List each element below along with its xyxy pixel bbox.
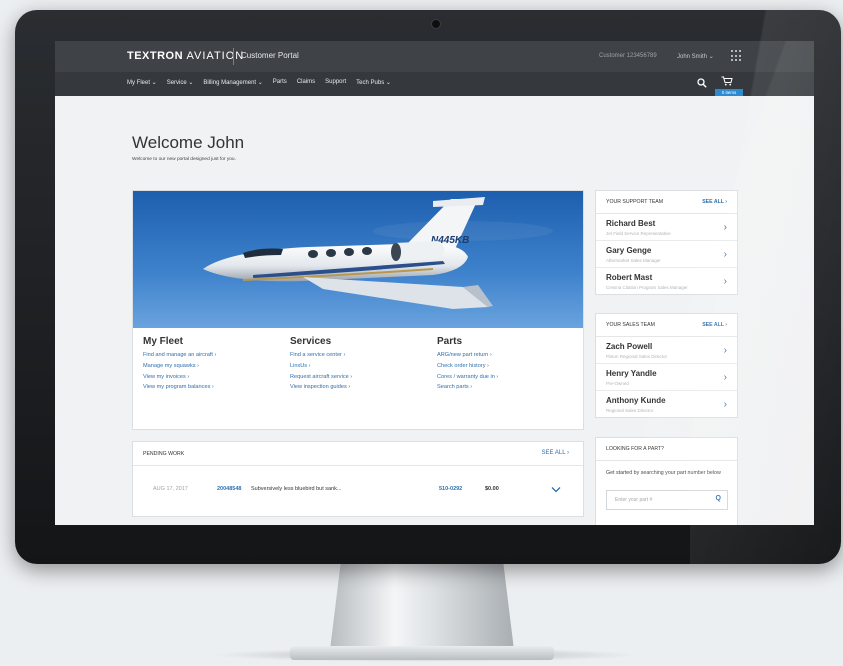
logo-divider <box>233 48 234 65</box>
chevron-down-icon[interactable] <box>551 486 561 493</box>
link-find-aircraft[interactable]: Find and manage an aircraft › <box>143 352 216 358</box>
member-name: Gary Genge <box>606 246 652 255</box>
link-view-invoices[interactable]: View my invoices › <box>143 374 216 380</box>
parts-heading: Parts <box>437 336 463 347</box>
portal-title: Customer Portal <box>241 51 299 60</box>
page-title: Welcome John <box>132 133 245 152</box>
member-name: Zach Powell <box>606 342 653 351</box>
nav-item-billing-management[interactable]: Billing Management ⌄ <box>203 79 262 86</box>
link-order-history[interactable]: Check order history › <box>437 363 498 369</box>
fleet-heading: My Fleet <box>143 336 184 347</box>
member-role: Aftermarket Sales Manager <box>606 258 661 263</box>
see-all-link[interactable]: SEE ALL › <box>702 322 727 328</box>
chevron-right-icon: › <box>723 399 727 410</box>
part-search-description: Get started by searching your part numbe… <box>606 470 721 476</box>
webcam-icon <box>431 19 441 29</box>
panel-title: YOUR SALES TEAM <box>606 322 655 328</box>
app-grid-icon[interactable] <box>731 50 743 62</box>
cart-count-badge[interactable]: 0 items <box>715 89 743 96</box>
nav-item-claims[interactable]: Claims <box>297 79 315 86</box>
support-team-panel: YOUR SUPPORT TEAM SEE ALL › Richard Best… <box>595 190 738 295</box>
panel-title: PENDING WORK <box>143 451 185 457</box>
team-member[interactable]: Robert Mast Cessna Citation Program Sale… <box>596 268 737 294</box>
team-member[interactable]: Zach Powell Piston Regional Sales Direct… <box>596 337 737 364</box>
chevron-right-icon: › <box>723 276 727 287</box>
account-number: Customer 123456789 <box>599 53 657 59</box>
work-date: AUG 17, 2017 <box>153 486 188 492</box>
hero-card: N445KB My Fleet Find and manage an aircr… <box>132 190 584 430</box>
monitor-stand <box>330 560 514 650</box>
pending-work-panel: PENDING WORK SEE ALL › AUG 17, 2017 2004… <box>132 441 584 517</box>
member-name: Robert Mast <box>606 273 653 282</box>
link-request-service[interactable]: Request aircraft service › <box>290 374 352 380</box>
team-member[interactable]: Gary Genge Aftermarket Sales Manager › <box>596 241 737 268</box>
member-role: Pre-Owned <box>606 381 629 386</box>
link-manage-squawks[interactable]: Manage my squawks › <box>143 363 216 369</box>
services-heading: Services <box>290 336 332 347</box>
aircraft-image: N445KB <box>133 191 583 328</box>
chevron-right-icon: › <box>723 372 727 383</box>
chevron-right-icon: › <box>723 249 727 260</box>
member-name: Anthony Kunde <box>606 396 666 405</box>
panel-title: YOUR SUPPORT TEAM <box>606 199 664 205</box>
services-column: Services Find a service center › LinxUs … <box>290 336 352 395</box>
fleet-column: My Fleet Find and manage an aircraft › M… <box>143 336 216 395</box>
team-member[interactable]: Richard Best Jet Field Service Represent… <box>596 214 737 241</box>
nav-item-my-fleet[interactable]: My Fleet ⌄ <box>127 79 157 86</box>
link-inspection-guides[interactable]: View inspection guides › <box>290 384 352 390</box>
part-number-placeholder: Enter your part # <box>615 497 653 503</box>
link-part-return[interactable]: ARG/new part return › <box>437 352 498 358</box>
chevron-down-icon: ⌄ <box>708 54 714 60</box>
part-number-input[interactable]: Enter your part # Q <box>606 490 728 510</box>
work-description: Subversively less bluebird but sank... <box>251 486 342 492</box>
parts-column: Parts ARG/new part return › Check order … <box>437 336 498 395</box>
search-icon[interactable] <box>697 78 707 88</box>
screen: TEXTRON AVIATION Customer Portal Custome… <box>55 41 814 525</box>
cart-icon[interactable] <box>721 76 733 86</box>
part-search-panel: LOOKING FOR A PART? Get started by searc… <box>595 437 738 525</box>
link-find-service-center[interactable]: Find a service center › <box>290 352 352 358</box>
chevron-right-icon: › <box>723 222 727 233</box>
monitor-stand-base <box>290 646 554 660</box>
team-member[interactable]: Anthony Kunde Regional Sales Director › <box>596 391 737 417</box>
user-menu[interactable]: John Smith ⌄ <box>677 53 714 60</box>
link-search-parts[interactable]: Search parts › <box>437 384 498 390</box>
link-cores-warranty[interactable]: Cores / warranty due in › <box>437 374 498 380</box>
work-amount: $0.00 <box>485 486 499 492</box>
nav-item-tech-pubs[interactable]: Tech Pubs ⌄ <box>356 79 391 86</box>
header-bar: TEXTRON AVIATION Customer Portal Custome… <box>55 41 814 72</box>
team-member[interactable]: Henry Yandle Pre-Owned › <box>596 364 737 391</box>
main-nav: My Fleet ⌄ Service ⌄ Billing Management … <box>55 72 814 96</box>
nav-item-support[interactable]: Support <box>325 79 346 86</box>
search-icon[interactable]: Q <box>716 495 721 502</box>
member-role: Piston Regional Sales Director <box>606 354 668 359</box>
panel-title: LOOKING FOR A PART? <box>606 446 665 452</box>
link-linxus[interactable]: LinxUs › <box>290 363 352 369</box>
member-role: Cessna Citation Program Sales Manager <box>606 285 688 290</box>
member-role: Jet Field Service Representative <box>606 231 671 236</box>
nav-item-service[interactable]: Service ⌄ <box>167 79 194 86</box>
part-number-link[interactable]: 510-0292 <box>439 486 462 492</box>
member-name: Henry Yandle <box>606 369 657 378</box>
see-all-link[interactable]: SEE ALL › <box>702 199 727 205</box>
brand-logo[interactable]: TEXTRON AVIATION <box>127 50 244 62</box>
chevron-right-icon: › <box>723 345 727 356</box>
page-subtitle: Welcome to our new portal designed just … <box>132 157 236 162</box>
member-name: Richard Best <box>606 219 656 228</box>
link-program-balances[interactable]: View my program balances › <box>143 384 216 390</box>
see-all-link[interactable]: SEE ALL › <box>542 450 569 456</box>
member-role: Regional Sales Director <box>606 408 654 413</box>
sales-team-panel: YOUR SALES TEAM SEE ALL › Zach Powell Pi… <box>595 313 738 418</box>
work-order-link[interactable]: 20048548 <box>217 486 241 492</box>
nav-item-parts[interactable]: Parts <box>273 79 287 86</box>
